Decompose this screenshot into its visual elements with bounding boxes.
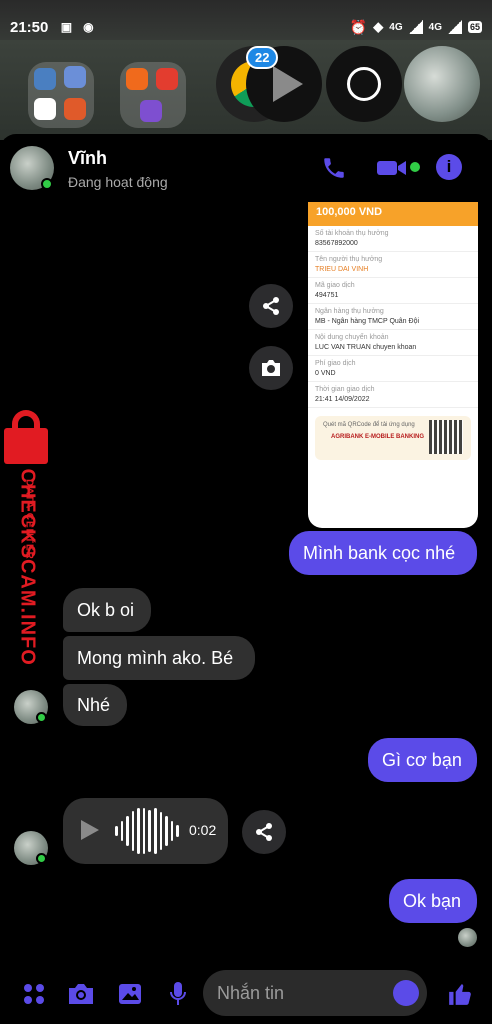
receipt-row-value: 494751 [315,292,339,299]
receipt-row-label: Ngân hàng thụ hưởng [315,308,384,315]
clock: 21:50 [10,18,49,36]
app-folder[interactable] [28,62,94,128]
signal-icon [408,20,423,34]
message-input-placeholder: Nhắn tin [217,982,285,1003]
share-icon [263,297,279,315]
receipt-row-label: Thời gian giao dịch [315,386,375,393]
qr-caption: Quét mã QRCode để tải ứng dụng [323,422,415,428]
app-folder[interactable] [120,62,186,128]
watermark: DATA CENTER CHECKSCAM.INFO [0,410,56,666]
message-text: Ok bạn [403,890,462,911]
receipt-rows: Số tài khoản thụ hưởng 83567892000 Tên ngư… [308,226,478,408]
image-icon [119,984,141,1004]
incoming-message[interactable]: Ok b oi [63,588,151,632]
incoming-message[interactable]: Nhé [63,684,127,726]
info-button[interactable]: i [436,154,462,180]
info-icon: i [446,157,452,176]
receipt-row: Tên người thụ hưởng TRIEU DAI VINH [308,252,478,278]
outgoing-message[interactable]: Ok bạn [389,879,477,923]
camera-icon [69,984,93,1004]
share-button[interactable] [249,284,293,328]
grid-icon [24,984,44,1004]
watermark-brand: CHECKSCAM.INFO [16,468,39,666]
alarm-icon: ⏰ [349,18,368,35]
receipt-row: Ngân hàng thụ hưởng MB - Ngân hàng TMCP Q… [308,304,478,330]
bank-logo: AGRIBANK E-MOBILE BANKING [331,434,424,440]
online-indicator [36,853,47,864]
voice-record-button[interactable] [164,980,192,1008]
receipt-row-label: Nội dung chuyển khoản [315,334,389,341]
receipt-qr-banner: Quét mã QRCode để tải ứng dụng AGRIBANK … [315,416,471,460]
message-text: Gì cơ bạn [382,749,462,770]
signal-icon [447,20,462,34]
receipt-row: Nội dung chuyển khoản LUC VAN TRUAN chuye… [308,330,478,356]
receipt-row-label: Số tài khoản thụ hưởng [315,230,389,237]
battery-indicator: 65 [467,21,482,33]
chat-header: Vĩnh Đang hoạt động i [0,134,492,202]
incoming-message[interactable]: Mong mình ako. Bé [63,636,255,680]
network-label-1: 4G [389,21,403,33]
lock-icon-body [4,428,48,464]
receipt-row-value: TRIEU DAI VINH [315,266,369,273]
camera-icon [262,360,280,376]
message-text: Nhé [77,694,111,715]
contact-name[interactable]: Vĩnh [68,148,107,169]
camera-button[interactable] [67,980,95,1008]
receipt-row-label: Phí giao dịch [315,360,356,367]
outgoing-message[interactable]: Gì cơ bạn [368,738,477,782]
outgoing-message[interactable]: Mình bank cọc nhé [289,531,477,575]
transfer-receipt-image[interactable]: 100,000 VND Số tài khoản thụ hưởng 835678… [308,202,478,528]
contact-status: Đang hoạt động [68,174,168,190]
thumbs-up-icon [449,984,471,1005]
receipt-row: Thời gian giao dịch 21:41 14/09/2022 [308,382,478,408]
emoji-icon[interactable] [393,980,419,1006]
gallery-icon: ▣ [60,20,73,34]
like-button[interactable] [446,980,474,1008]
messenger-bubble[interactable] [326,46,402,122]
wifi-icon: ◆ [373,19,384,34]
message-composer: Nhắn tin [0,964,492,1024]
receipt-row: Số tài khoản thụ hưởng 83567892000 [308,226,478,252]
read-receipt-avatar [458,928,477,947]
video-online-dot [410,162,420,172]
receipt-row-value: 83567892000 [315,240,358,247]
call-button[interactable] [320,154,348,182]
messenger-icon: ◉ [83,20,94,34]
chat-panel: Vĩnh Đang hoạt động i 100,000 VND Số tài… [0,134,492,1024]
share-button[interactable] [242,810,286,854]
message-text: Ok b oi [77,599,135,620]
receipt-row-label: Mã giao dịch [315,282,355,289]
video-camera-icon [377,161,406,175]
share-icon [256,823,272,841]
receipt-row-label: Tên người thụ hưởng [315,256,383,263]
message-text: Mong mình ako. Bé [77,647,234,668]
receipt-row-value: 21:41 14/09/2022 [315,396,370,403]
waveform [115,808,179,854]
receipt-row: Mã giao dịch 494751 [308,278,478,304]
qr-code [429,420,463,454]
voice-message[interactable]: 0:02 [63,798,228,864]
phone-icon [324,158,344,178]
video-call-button[interactable] [374,154,410,182]
online-indicator [41,178,53,190]
receipt-row-value: LUC VAN TRUAN chuyen khoan [315,344,417,351]
receipt-row-value: 0 VND [315,370,336,377]
receipt-row: Phí giao dịch 0 VND [308,356,478,382]
network-label-2: 4G [428,21,442,33]
voice-duration: 0:02 [189,822,217,838]
menu-button[interactable] [20,980,48,1008]
status-icons: ⏰ ◆ 4G 4G 65 [350,19,482,36]
contact-chathead[interactable] [404,46,480,122]
message-input[interactable]: Nhắn tin [203,970,427,1016]
camera-reply-button[interactable] [249,346,293,390]
gallery-button[interactable] [116,980,144,1008]
notification-badge: 22 [246,46,279,69]
play-icon[interactable] [81,820,99,840]
receipt-row-value: MB - Ngân hàng TMCP Quân Đội [315,318,420,325]
receipt-amount: 100,000 VND [308,202,478,226]
message-text: Mình bank cọc nhé [303,542,456,563]
microphone-icon [170,982,186,1005]
online-indicator [36,712,47,723]
